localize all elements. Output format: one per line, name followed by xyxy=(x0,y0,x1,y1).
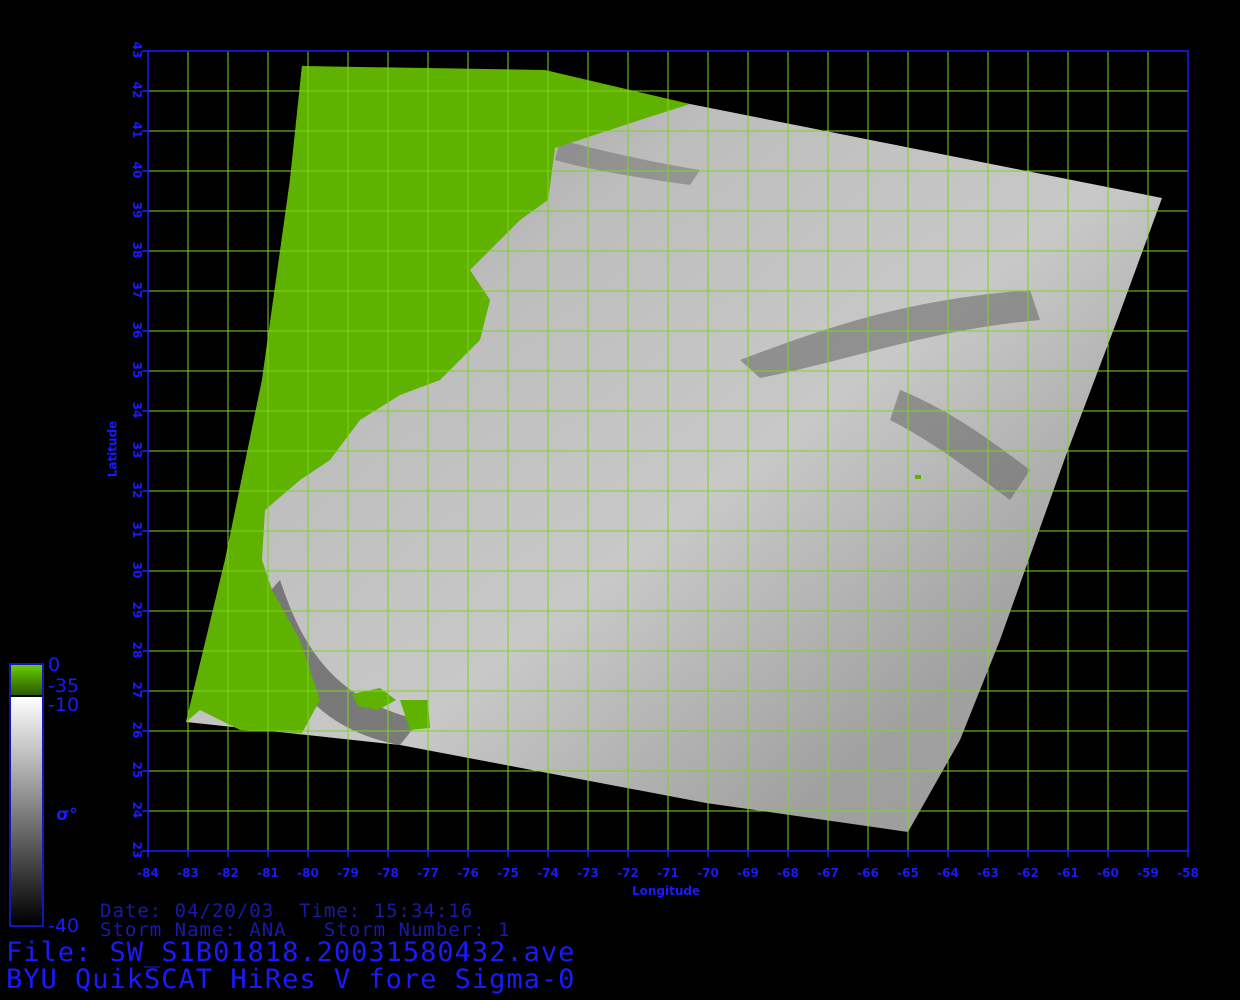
latitude-tick-label: 27 xyxy=(130,681,144,699)
latitude-tick-label: 40 xyxy=(130,161,144,179)
longitude-tick-label: -62 xyxy=(1017,866,1039,880)
longitude-tick-label: -60 xyxy=(1097,866,1119,880)
island xyxy=(915,475,921,479)
colorbar-symbol: σ° xyxy=(56,805,78,825)
longitude-tick-label: -68 xyxy=(777,866,799,880)
latitude-tick-label: 28 xyxy=(130,641,144,659)
latitude-tick-label: 41 xyxy=(130,121,144,139)
latitude-tick-label: 25 xyxy=(130,761,144,779)
longitude-tick-label: -76 xyxy=(457,866,479,880)
longitude-tick-label: -77 xyxy=(417,866,439,880)
latitude-tick-label: 39 xyxy=(130,201,144,219)
colorbar-label-minus10: -10 xyxy=(48,694,80,716)
longitude-tick-label: -84 xyxy=(137,866,159,880)
x-axis-title: Longitude xyxy=(632,884,701,898)
latitude-tick-label: 24 xyxy=(130,801,144,819)
latitude-tick-label: 36 xyxy=(130,321,144,339)
longitude-tick-label: -78 xyxy=(377,866,399,880)
latitude-tick-label: 23 xyxy=(130,841,144,859)
colorbar-label-0: 0 xyxy=(48,654,61,676)
latitude-tick-label: 38 xyxy=(130,241,144,259)
longitude-tick-label: -79 xyxy=(337,866,359,880)
colorbar-label-minus40: -40 xyxy=(48,915,80,937)
longitude-tick-label: -59 xyxy=(1137,866,1159,880)
latitude-tick-label: 43 xyxy=(130,41,144,59)
longitude-tick-label: -80 xyxy=(297,866,319,880)
longitude-tick-label: -66 xyxy=(857,866,879,880)
graticule xyxy=(148,51,1188,851)
colorbar-ocean xyxy=(11,697,42,925)
latitude-tick-label: 33 xyxy=(130,441,144,459)
latitude-tick-label: 35 xyxy=(130,361,144,379)
latitude-tick-label: 29 xyxy=(130,601,144,619)
longitude-tick-label: -72 xyxy=(617,866,639,880)
latitude-tick-label: 32 xyxy=(130,481,144,499)
scatterometer-map xyxy=(9,50,1189,927)
longitude-tick-label: -58 xyxy=(1177,866,1199,880)
y-axis-title: Latitude xyxy=(105,420,120,478)
latitude-tick-label: 30 xyxy=(130,561,144,579)
longitude-tick-label: -73 xyxy=(577,866,599,880)
latitude-tick-label: 31 xyxy=(130,521,144,539)
latitude-tick-label: 34 xyxy=(130,401,144,419)
longitude-tick-label: -81 xyxy=(257,866,279,880)
longitude-tick-label: -69 xyxy=(737,866,759,880)
longitude-tick-label: -65 xyxy=(897,866,919,880)
longitude-tick-label: -83 xyxy=(177,866,199,880)
longitude-tick-label: -75 xyxy=(497,866,519,880)
longitude-tick-label: -74 xyxy=(537,866,559,880)
latitude-tick-label: 42 xyxy=(130,81,144,99)
product-title-line: BYU QuikSCAT HiRes V fore Sigma-0 xyxy=(6,964,576,995)
longitude-tick-label: -61 xyxy=(1057,866,1079,880)
longitude-tick-label: -63 xyxy=(977,866,999,880)
longitude-tick-label: -71 xyxy=(657,866,679,880)
colorbar-land xyxy=(11,665,42,695)
longitude-tick-label: -64 xyxy=(937,866,959,880)
longitude-tick-label: -67 xyxy=(817,866,839,880)
latitude-tick-label: 26 xyxy=(130,721,144,739)
longitude-tick-label: -70 xyxy=(697,866,719,880)
longitude-tick-label: -82 xyxy=(217,866,239,880)
latitude-tick-label: 37 xyxy=(130,281,144,299)
